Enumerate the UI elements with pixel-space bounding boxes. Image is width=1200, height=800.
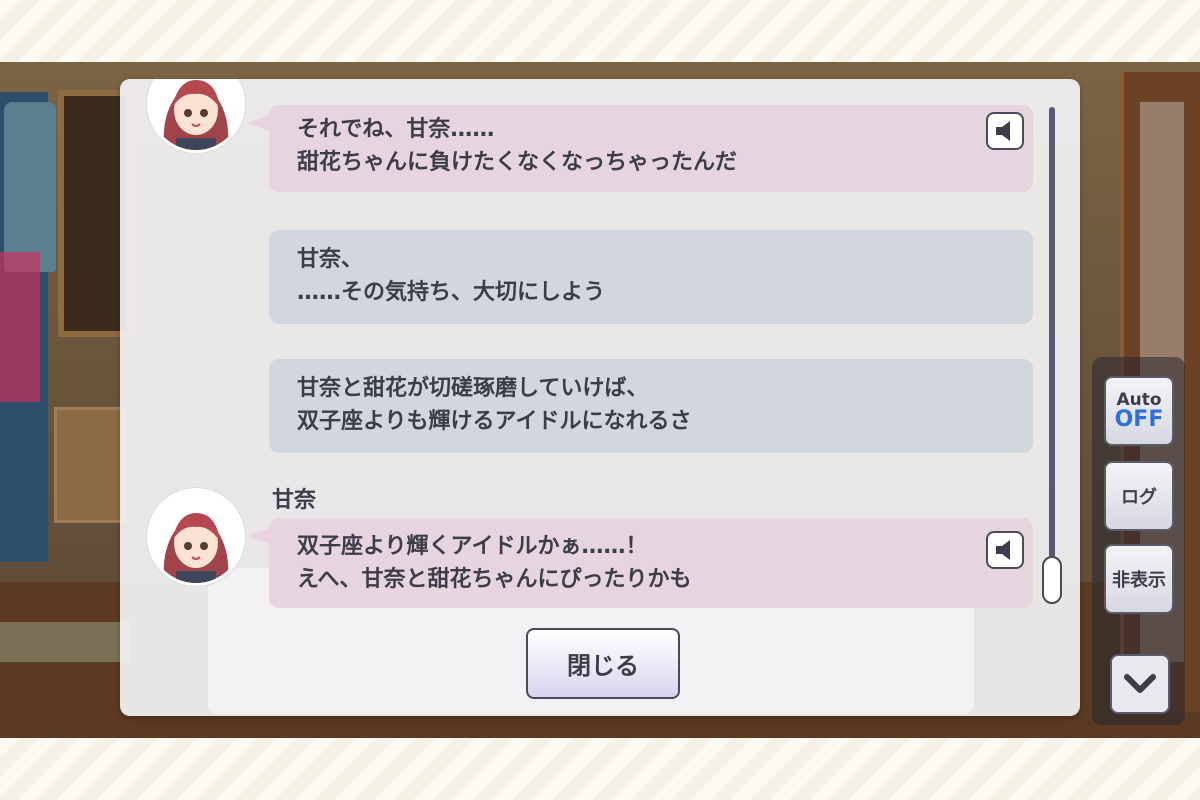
rug — [0, 622, 130, 662]
log-entry-3: 双子座より輝くアイドルかぁ……！ えへ、甘奈と甜花ちゃんにぴったりかも — [247, 518, 1033, 608]
speaker-name: 甘奈 — [272, 488, 317, 513]
poster — [0, 252, 40, 402]
log-entry-0-line-1: それでね、甘奈…… — [297, 117, 495, 142]
collapse-button[interactable] — [1110, 654, 1170, 714]
log-button[interactable]: ログ — [1104, 461, 1174, 531]
top-stripe-band — [0, 0, 1200, 62]
avatar-amana — [147, 79, 245, 153]
hanging-jacket — [4, 102, 56, 272]
scrollbar-thumb[interactable] — [1042, 556, 1062, 604]
hide-label: 非表示 — [1112, 570, 1166, 591]
log-panel: それでね、甘奈…… 甜花ちゃんに負けたくなくなっちゃったんだ 甘奈、 ……その気… — [120, 79, 1080, 716]
voice-replay-button[interactable] — [986, 112, 1024, 150]
bottom-stripe-band — [0, 738, 1200, 800]
voice-replay-button[interactable] — [986, 531, 1024, 569]
log-entry-3-line-1: 双子座より輝くアイドルかぁ……！ — [297, 534, 648, 559]
avatar-amana — [147, 488, 245, 586]
log-entry-0-line-2: 甜花ちゃんに負けたくなくなっちゃったんだ — [297, 150, 738, 175]
log-entry-2-line-1: 甘奈と甜花が切磋琢磨していけば、 — [297, 376, 649, 401]
shelf — [54, 407, 126, 523]
speaker-icon — [996, 121, 1010, 141]
chevron-down-icon — [1124, 674, 1156, 693]
log-entry-1-line-2: ……その気持ち、大切にしよう — [297, 280, 606, 305]
auto-button[interactable]: Auto OFF — [1104, 376, 1174, 446]
log-entry-2-line-2: 双子座よりも輝けるアイドルになれるさ — [297, 409, 692, 434]
hide-button[interactable]: 非表示 — [1104, 544, 1174, 614]
log-entry-1: 甘奈、 ……その気持ち、大切にしよう — [269, 230, 1033, 324]
character-portrait — [150, 79, 242, 150]
close-button[interactable]: 閉じる — [526, 628, 680, 699]
speaker-icon — [996, 540, 1010, 560]
log-entry-3-line-2: えへ、甘奈と甜花ちゃんにぴったりかも — [297, 567, 692, 592]
character-portrait — [150, 491, 242, 583]
log-entry-2: 甘奈と甜花が切磋琢磨していけば、 双子座よりも輝けるアイドルになれるさ — [269, 359, 1033, 453]
scrollbar-track[interactable] — [1049, 107, 1055, 601]
log-entry-1-line-1: 甘奈、 — [297, 247, 364, 272]
log-entry-0: それでね、甘奈…… 甜花ちゃんに負けたくなくなっちゃったんだ — [247, 105, 1033, 192]
auto-state: OFF — [1114, 407, 1164, 432]
log-label: ログ — [1121, 487, 1157, 508]
